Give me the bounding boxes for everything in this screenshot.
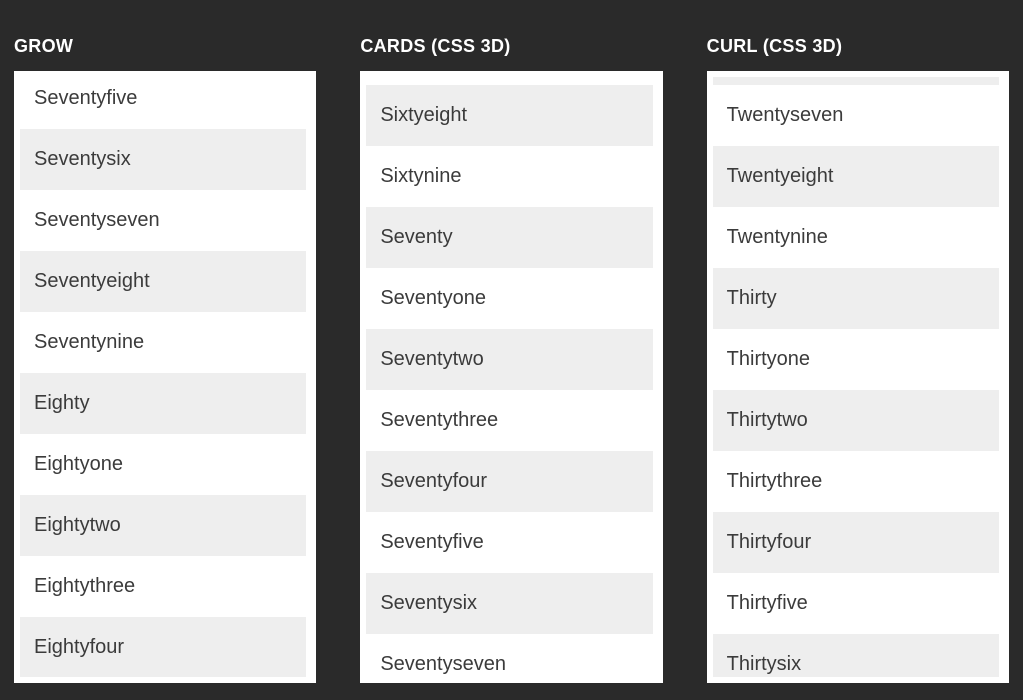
list-item[interactable]: Twentysix xyxy=(713,77,999,85)
panel-columns: GROWOneTwoThreeFourFiveSixSevenEightNine… xyxy=(14,0,1009,683)
list-scroll[interactable]: OneTwoThreeFourFiveSixSevenEightNineTenE… xyxy=(20,77,306,677)
list-item[interactable]: Thirtyfive xyxy=(713,573,999,634)
panel-title: CARDS (CSS 3D) xyxy=(360,0,662,71)
list-item[interactable]: Thirtyone xyxy=(713,329,999,390)
list-item[interactable]: Seventyfive xyxy=(20,77,306,129)
list-item[interactable]: Eightyone xyxy=(20,434,306,495)
list-item[interactable]: Twentyeight xyxy=(713,146,999,207)
list-scroll[interactable]: OneTwoThreeFourFiveSixSevenEightNineTenE… xyxy=(366,77,652,677)
list-inner: OneTwoThreeFourFiveSixSevenEightNineTenE… xyxy=(713,77,999,677)
list-panel: OneTwoThreeFourFiveSixSevenEightNineTenE… xyxy=(14,71,316,683)
list-item[interactable]: Seventy xyxy=(366,207,652,268)
list-item[interactable]: Eightyfour xyxy=(20,617,306,677)
list-item[interactable]: Twentyseven xyxy=(713,85,999,146)
list-item[interactable]: Twentynine xyxy=(713,207,999,268)
list-item[interactable]: Seventytwo xyxy=(366,329,652,390)
list-item[interactable]: Seventysix xyxy=(366,573,652,634)
list-item[interactable]: Eightytwo xyxy=(20,495,306,556)
list-item[interactable]: Sixtynine xyxy=(366,146,652,207)
list-scroll[interactable]: OneTwoThreeFourFiveSixSevenEightNineTenE… xyxy=(713,77,999,677)
list-item[interactable]: Seventyseven xyxy=(366,634,652,677)
list-item[interactable]: Thirtythree xyxy=(713,451,999,512)
list-item[interactable]: Thirtysix xyxy=(713,634,999,677)
column-2: CURL (CSS 3D)OneTwoThreeFourFiveSixSeven… xyxy=(707,0,1009,683)
list-panel: OneTwoThreeFourFiveSixSevenEightNineTenE… xyxy=(707,71,1009,683)
list-item[interactable]: Seventythree xyxy=(366,390,652,451)
list-item[interactable]: Sixtyeight xyxy=(366,85,652,146)
list-item[interactable]: Seventyfive xyxy=(366,512,652,573)
list-item[interactable]: Seventysix xyxy=(20,129,306,190)
column-0: GROWOneTwoThreeFourFiveSixSevenEightNine… xyxy=(14,0,316,683)
list-item[interactable]: Sixtyseven xyxy=(366,77,652,85)
list-item[interactable]: Seventyeight xyxy=(20,251,306,312)
list-item[interactable]: Thirtyfour xyxy=(713,512,999,573)
column-1: CARDS (CSS 3D)OneTwoThreeFourFiveSixSeve… xyxy=(360,0,662,683)
list-inner: OneTwoThreeFourFiveSixSevenEightNineTenE… xyxy=(20,77,306,677)
list-item[interactable]: Eighty xyxy=(20,373,306,434)
list-item[interactable]: Seventynine xyxy=(20,312,306,373)
list-item[interactable]: Seventyone xyxy=(366,268,652,329)
list-item[interactable]: Eightythree xyxy=(20,556,306,617)
list-item[interactable]: Thirty xyxy=(713,268,999,329)
list-item[interactable]: Thirtytwo xyxy=(713,390,999,451)
list-inner: OneTwoThreeFourFiveSixSevenEightNineTenE… xyxy=(366,77,652,677)
panel-title: GROW xyxy=(14,0,316,71)
list-item[interactable]: Seventyseven xyxy=(20,190,306,251)
list-item[interactable]: Seventyfour xyxy=(366,451,652,512)
panel-title: CURL (CSS 3D) xyxy=(707,0,1009,71)
list-panel: OneTwoThreeFourFiveSixSevenEightNineTenE… xyxy=(360,71,662,683)
